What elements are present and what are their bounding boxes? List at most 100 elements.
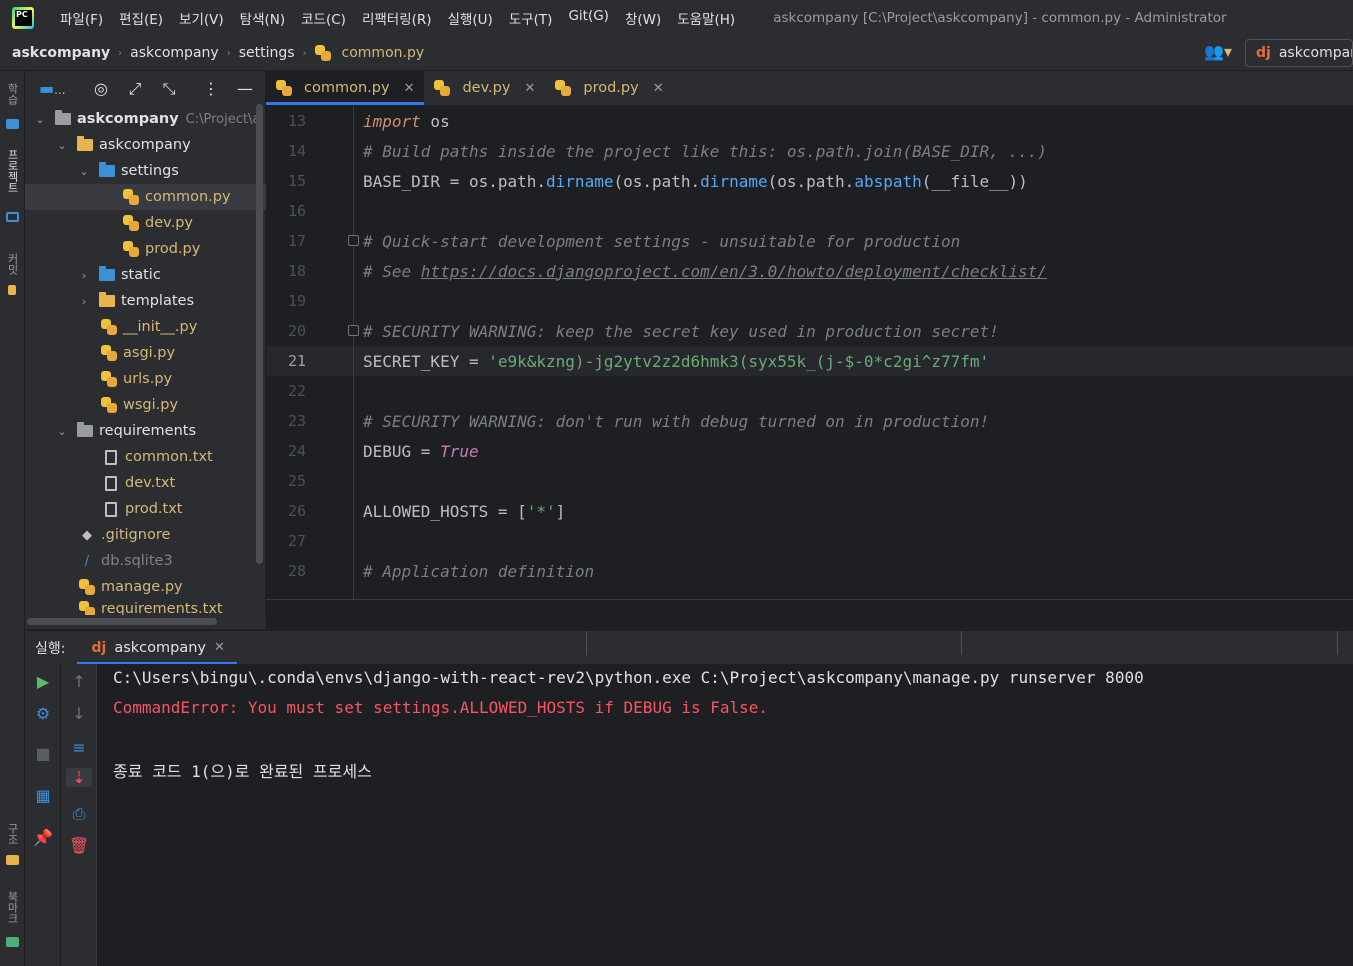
- close-icon[interactable]: ✕: [214, 640, 225, 655]
- code-line-26[interactable]: 26 ALLOWED_HOSTS = ['*']: [266, 496, 1353, 526]
- chevron-down-icon[interactable]: ⌄: [55, 139, 69, 152]
- tree-item-gitignore[interactable]: ◆ .gitignore: [25, 522, 266, 548]
- code-line-27[interactable]: 27: [266, 526, 1353, 556]
- code-line-17[interactable]: 17 # Quick-start development settings - …: [266, 226, 1353, 256]
- collapse-all-icon[interactable]: ⤡: [159, 79, 179, 99]
- options-menu-icon[interactable]: ⋮: [201, 79, 221, 98]
- arrow-down-icon[interactable]: ↓: [61, 704, 97, 723]
- print-icon[interactable]: ⎙: [61, 804, 97, 824]
- tree-item-root[interactable]: ⌄ askcompany C:\Project\a: [25, 106, 266, 132]
- arrow-up-icon[interactable]: ↑: [61, 672, 97, 691]
- bookmarks-tool-tab[interactable]: 북마크: [4, 891, 20, 924]
- tab-prod-py[interactable]: prod.py ✕: [545, 71, 673, 105]
- soft-wrap-icon[interactable]: ≡: [61, 738, 97, 757]
- menu-tools[interactable]: 도구(T): [501, 8, 561, 28]
- code-line-15[interactable]: 15 BASE_DIR = os.path.dirname(os.path.di…: [266, 166, 1353, 196]
- breadcrumb-settings[interactable]: settings: [239, 45, 295, 61]
- tree-item-settings[interactable]: ⌄ settings: [25, 158, 266, 184]
- code-link[interactable]: https://docs.djangoproject.com/en/3.0/ho…: [421, 262, 1047, 281]
- tree-item-package[interactable]: ⌄ askcompany: [25, 132, 266, 158]
- tree-item-manage-py[interactable]: manage.py: [25, 574, 266, 600]
- code-line-14[interactable]: 14 # Build paths inside the project like…: [266, 136, 1353, 166]
- tree-item-asgi-py[interactable]: asgi.py: [25, 340, 266, 366]
- tree-item-prod-txt[interactable]: prod.txt: [25, 496, 266, 522]
- chevron-down-icon[interactable]: ⌄: [33, 113, 47, 126]
- menu-code[interactable]: 코드(C): [293, 8, 354, 28]
- locate-file-icon[interactable]: ◎: [91, 79, 111, 98]
- tab-dev-py[interactable]: dev.py ✕: [424, 71, 545, 105]
- code-line-18[interactable]: 18 # See https://docs.djangoproject.com/…: [266, 256, 1353, 286]
- close-icon[interactable]: ✕: [404, 81, 415, 96]
- tree-item-common-txt[interactable]: common.txt: [25, 444, 266, 470]
- close-icon[interactable]: ✕: [524, 81, 535, 96]
- code-editor[interactable]: 13 import os 14 # Build paths inside the…: [266, 106, 1353, 599]
- rerun-icon[interactable]: ▶: [25, 672, 61, 691]
- tree-item-prod-py[interactable]: prod.py: [25, 236, 266, 262]
- learn-icon[interactable]: [6, 119, 19, 129]
- code-line-24[interactable]: 24 DEBUG = True: [266, 436, 1353, 466]
- project-tool-tab[interactable]: 프로젝트: [4, 149, 20, 193]
- code-line-19[interactable]: 19: [266, 286, 1353, 316]
- close-icon[interactable]: ✕: [653, 81, 664, 96]
- chevron-down-icon[interactable]: ⌄: [77, 165, 91, 178]
- layout-icon[interactable]: ▦: [25, 786, 61, 805]
- breadcrumb-file[interactable]: common.py: [314, 45, 424, 61]
- code-line-21[interactable]: 21 SECRET_KEY = 'e9k&kzng)-jg2ytv2z2d6hm…: [266, 346, 1353, 376]
- tree-item-static[interactable]: › static: [25, 262, 266, 288]
- code-with-me-icon[interactable]: 👥▾: [1203, 42, 1233, 64]
- fold-icon[interactable]: [348, 325, 359, 336]
- run-tab-askcompany[interactable]: dj askcompany ✕: [77, 631, 238, 665]
- menu-run[interactable]: 실행(U): [440, 8, 501, 28]
- breadcrumb-package[interactable]: askcompany: [130, 45, 219, 61]
- tab-common-py[interactable]: common.py ✕: [266, 71, 425, 105]
- commit-icon[interactable]: [8, 285, 16, 295]
- project-icon[interactable]: [6, 212, 19, 222]
- tree-item-init-py[interactable]: __init__.py: [25, 314, 266, 340]
- scroll-to-end-icon[interactable]: ⇣: [66, 768, 92, 787]
- chevron-right-icon[interactable]: ›: [77, 295, 91, 308]
- pin-icon[interactable]: 📌: [25, 828, 61, 847]
- code-line-25[interactable]: 25: [266, 466, 1353, 496]
- code-line-22[interactable]: 22: [266, 376, 1353, 406]
- menu-window[interactable]: 창(W): [617, 8, 669, 28]
- tree-item-dev-txt[interactable]: dev.txt: [25, 470, 266, 496]
- code-line-23[interactable]: 23 # SECURITY WARNING: don't run with de…: [266, 406, 1353, 436]
- settings-gear-icon[interactable]: ⚙: [25, 704, 61, 723]
- tree-item-db-sqlite3[interactable]: / db.sqlite3: [25, 548, 266, 574]
- tree-item-templates[interactable]: › templates: [25, 288, 266, 314]
- code-line-20[interactable]: 20 # SECURITY WARNING: keep the secret k…: [266, 316, 1353, 346]
- code-line-16[interactable]: 16: [266, 196, 1353, 226]
- run-configuration-selector[interactable]: dj askcompany: [1245, 39, 1353, 67]
- expand-all-icon[interactable]: ⤢: [125, 79, 145, 99]
- tree-item-common-py[interactable]: common.py: [25, 184, 266, 210]
- chevron-right-icon[interactable]: ›: [77, 269, 91, 282]
- menu-navigate[interactable]: 탐색(N): [232, 8, 293, 28]
- project-scrollbar[interactable]: [256, 104, 263, 564]
- pycharm-logo-icon[interactable]: [12, 7, 34, 29]
- project-view-selector[interactable]: ▬...: [39, 79, 66, 98]
- menu-help[interactable]: 도움말(H): [669, 8, 743, 28]
- code-line-13[interactable]: 13 import os: [266, 106, 1353, 136]
- breadcrumb-project[interactable]: askcompany: [12, 45, 110, 61]
- hide-panel-icon[interactable]: —: [235, 79, 255, 98]
- menu-refactor[interactable]: 리팩터링(R): [354, 8, 440, 28]
- structure-tool-tab[interactable]: 구조: [4, 823, 20, 845]
- menu-view[interactable]: 보기(V): [171, 8, 232, 28]
- commit-tool-tab[interactable]: 커밋: [4, 253, 20, 275]
- stop-icon[interactable]: ■: [25, 744, 61, 763]
- project-horizontal-scrollbar[interactable]: [25, 615, 266, 629]
- chevron-down-icon[interactable]: ⌄: [55, 425, 69, 438]
- tree-item-dev-py[interactable]: dev.py: [25, 210, 266, 236]
- bookmarks-icon[interactable]: [6, 937, 19, 947]
- fold-icon[interactable]: [348, 235, 359, 246]
- run-console-output[interactable]: C:\Users\bingu\.conda\envs\django-with-r…: [97, 664, 1353, 966]
- code-line-28[interactable]: 28 # Application definition: [266, 556, 1353, 586]
- tree-item-requirements[interactable]: ⌄ requirements: [25, 418, 266, 444]
- tree-item-wsgi-py[interactable]: wsgi.py: [25, 392, 266, 418]
- menu-edit[interactable]: 편집(E): [111, 8, 171, 28]
- structure-icon[interactable]: [6, 855, 19, 865]
- trash-icon[interactable]: 🗑: [61, 836, 97, 855]
- learn-tool-tab[interactable]: 학습: [4, 83, 20, 105]
- menu-file[interactable]: 파일(F): [52, 8, 111, 28]
- menu-git[interactable]: Git(G): [560, 8, 617, 28]
